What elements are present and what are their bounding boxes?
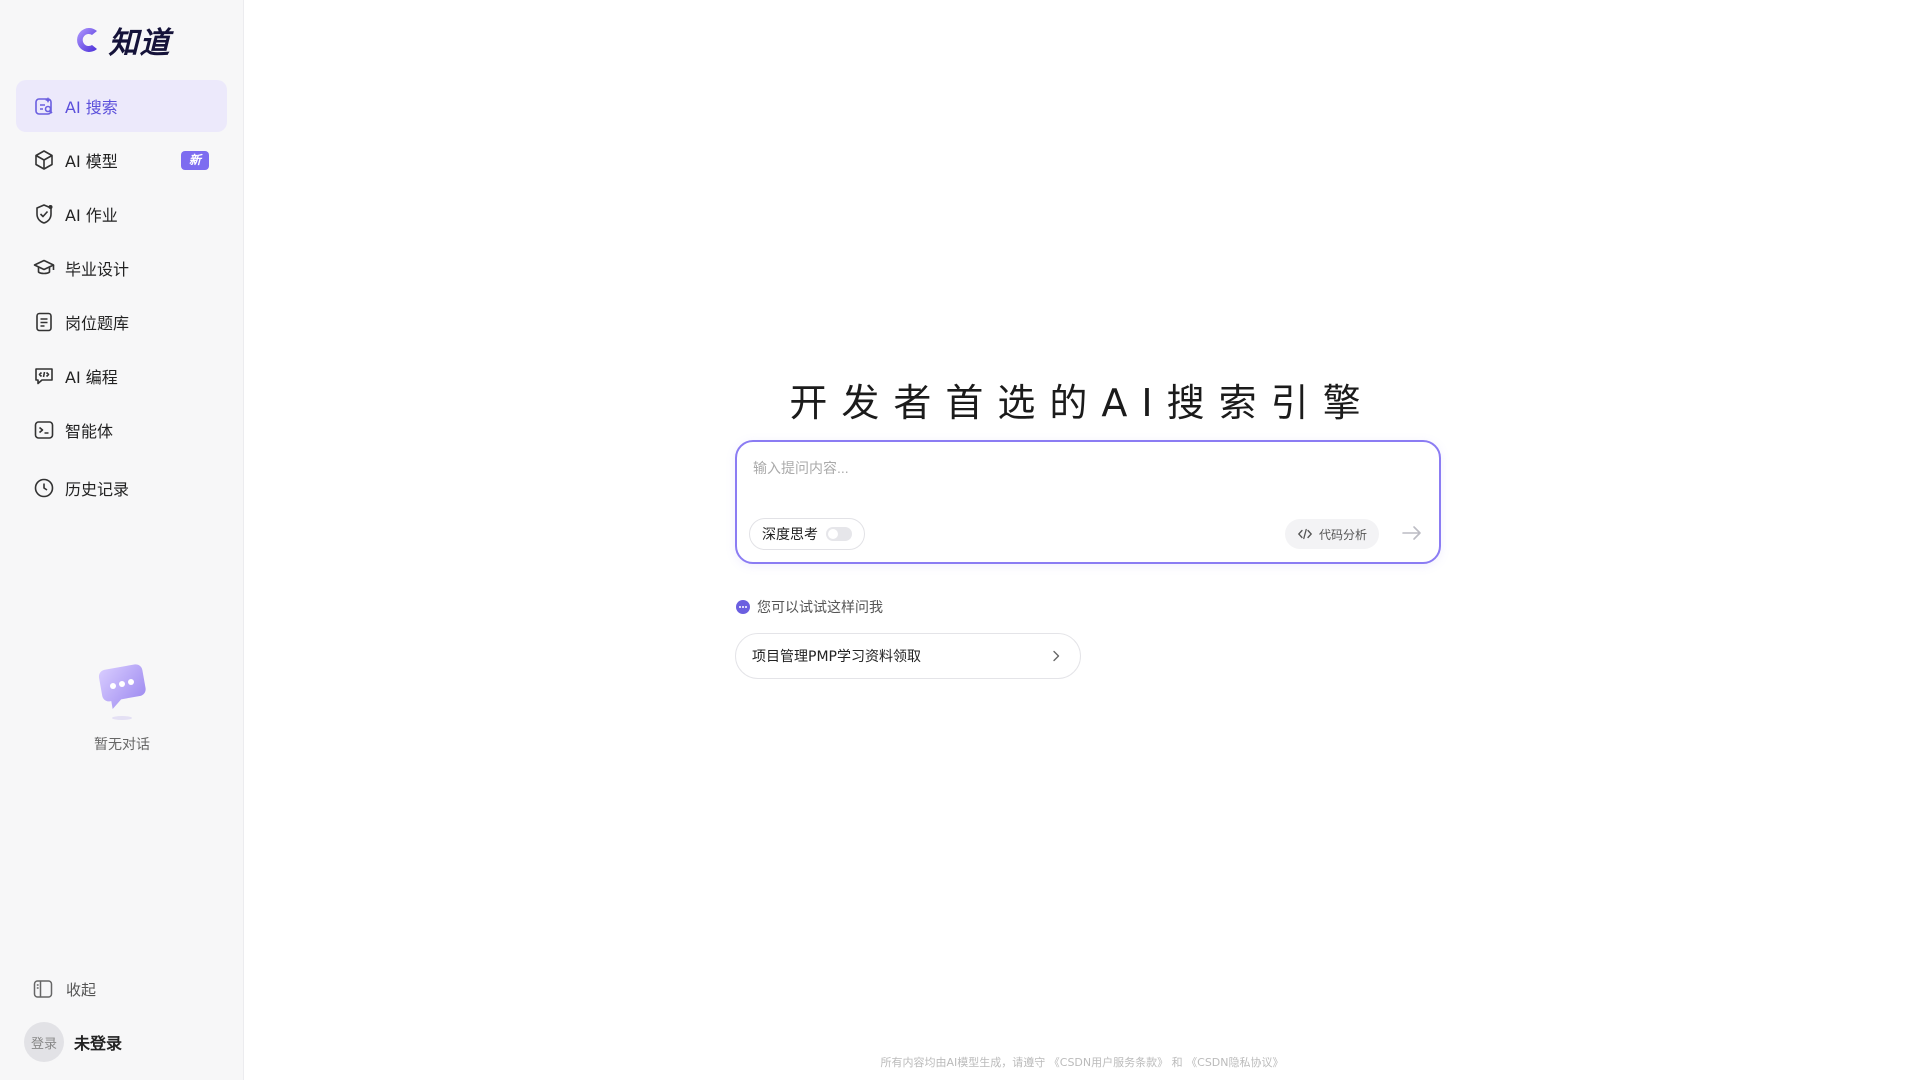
empty-chat-placeholder: 暂无对话: [0, 660, 244, 754]
chat-bubble-illustration-icon: [98, 664, 146, 720]
graduation-cap-icon: [33, 257, 55, 279]
footer-disclaimer: 所有内容均由AI模型生成，请遵守 《CSDN用户服务条款》 和 《CSDN隐私协…: [244, 1054, 1920, 1070]
arrow-right-icon: [1402, 526, 1421, 540]
collapse-label: 收起: [66, 980, 97, 999]
code-analysis-button[interactable]: 代码分析: [1284, 519, 1379, 549]
sidebar-item-ai-search[interactable]: AI 搜索: [16, 80, 227, 132]
shield-check-icon: [33, 203, 55, 225]
empty-chat-text: 暂无对话: [94, 737, 150, 753]
sidebar-item-label: 岗位题库: [65, 314, 130, 333]
code-chat-icon: [33, 365, 55, 387]
sidebar-item-ai-model[interactable]: AI 模型 新: [16, 134, 227, 186]
cube-icon: [33, 149, 55, 171]
sidebar-item-label: 毕业设计: [65, 260, 130, 279]
user-name: 未登录: [74, 1034, 123, 1053]
logo-text: 知道: [108, 26, 171, 61]
sidebar-item-question-bank[interactable]: 岗位题库: [16, 296, 227, 348]
sidebar-collapse-icon: [33, 980, 53, 998]
sidebar-item-ai-homework[interactable]: AI 作业: [16, 188, 227, 240]
code-icon: [1297, 528, 1313, 540]
sidebar-item-label: AI 作业: [65, 206, 118, 225]
sidebar-item-ai-coding[interactable]: AI 编程: [16, 350, 227, 402]
app-root: 知道 AI 搜索 AI 模型 新 AI 作业 毕业设计 岗位题库 AI 编程 智…: [0, 0, 1920, 1080]
suggestion-header-text: 您可以试试这样问我: [757, 600, 883, 616]
suggestion-text: 项目管理PMP学习资料领取: [752, 649, 921, 665]
sidebar-item-label: 智能体: [65, 422, 114, 441]
sidebar-item-agent[interactable]: 智能体: [16, 404, 227, 456]
deep-think-label: 深度思考: [762, 527, 818, 543]
page-title: 开发者首选的AI搜索引擎: [789, 381, 1375, 425]
terms-link[interactable]: 《CSDN用户服务条款》: [1049, 1056, 1168, 1069]
ai-search-icon: [33, 95, 55, 117]
suggestion-chip[interactable]: 项目管理PMP学习资料领取: [735, 633, 1081, 679]
footer-prefix: 所有内容均由AI模型生成，请遵守: [880, 1056, 1046, 1069]
sidebar-item-graduation[interactable]: 毕业设计: [16, 242, 227, 294]
toggle-switch[interactable]: [826, 527, 852, 541]
suggestion-header: 您可以试试这样问我: [735, 597, 883, 617]
sidebar-item-history[interactable]: 历史记录: [16, 462, 227, 514]
sidebar-item-label: 历史记录: [65, 480, 130, 499]
main-content: 开发者首选的AI搜索引擎 深度思考 代码分析: [244, 0, 1920, 1080]
new-badge: 新: [180, 151, 209, 170]
clock-icon: [33, 477, 55, 499]
avatar[interactable]: 登录: [24, 1022, 64, 1062]
prompt-composer: 深度思考 代码分析: [735, 440, 1441, 564]
sidebar: 知道 AI 搜索 AI 模型 新 AI 作业 毕业设计 岗位题库 AI 编程 智…: [0, 0, 244, 1080]
chat-dots-icon: [736, 600, 750, 614]
send-button[interactable]: [1399, 520, 1425, 546]
logo-mark-icon: [76, 28, 97, 52]
user-login-area[interactable]: 登录 未登录: [24, 1022, 122, 1062]
code-analysis-label: 代码分析: [1318, 527, 1367, 542]
chevron-right-icon: [1053, 650, 1060, 662]
prompt-input[interactable]: [753, 458, 1423, 498]
privacy-link[interactable]: 《CSDN隐私协议》: [1186, 1056, 1283, 1069]
footer-and: 和: [1171, 1056, 1183, 1069]
sidebar-item-label: AI 搜索: [65, 98, 118, 117]
sidebar-nav: AI 搜索 AI 模型 新 AI 作业 毕业设计 岗位题库 AI 编程 智能体 …: [0, 80, 243, 514]
terminal-icon: [33, 419, 55, 441]
collapse-sidebar-button[interactable]: 收起: [32, 978, 96, 1000]
logo[interactable]: 知道: [0, 0, 243, 80]
deep-think-toggle[interactable]: 深度思考: [749, 518, 865, 550]
sidebar-item-label: AI 模型: [65, 152, 118, 171]
sidebar-item-label: AI 编程: [65, 368, 118, 387]
document-list-icon: [33, 311, 55, 333]
